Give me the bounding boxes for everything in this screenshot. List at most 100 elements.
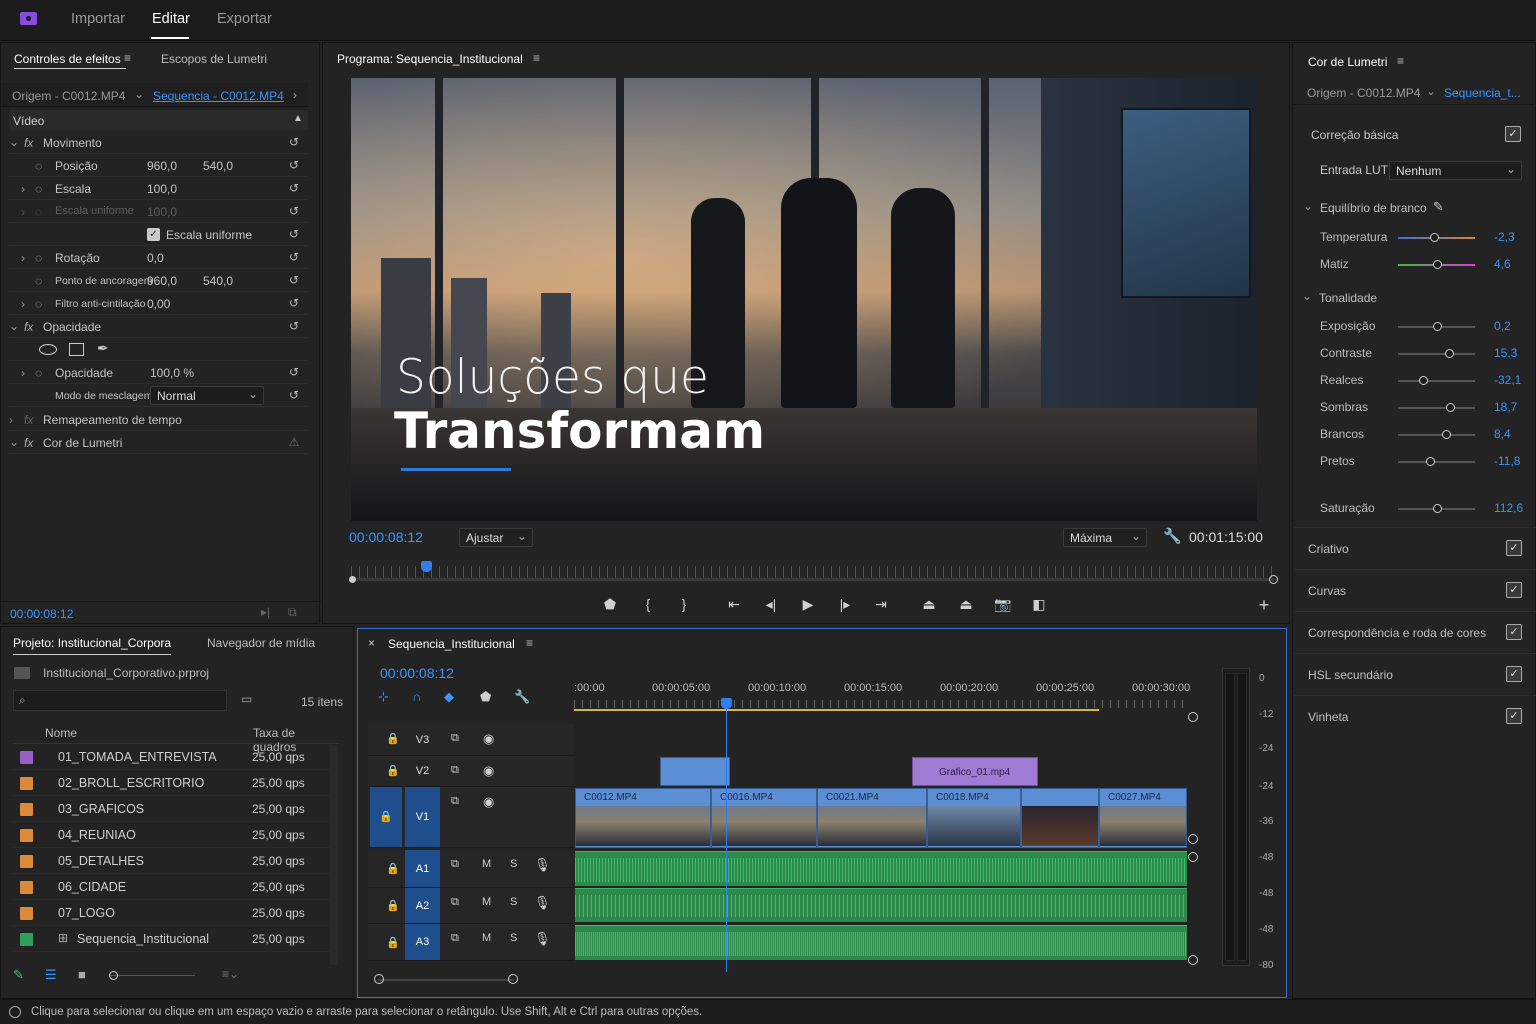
track-name[interactable]: V1 bbox=[405, 787, 440, 847]
microphone-icon[interactable]: 🎙 bbox=[534, 857, 551, 873]
icon-view-icon[interactable]: ■ bbox=[78, 967, 86, 982]
project-item[interactable]: 03_GRAFICOS 25,00 qps bbox=[12, 796, 338, 822]
shadows-slider[interactable] bbox=[1398, 403, 1475, 412]
whites-value[interactable]: 8,4 bbox=[1494, 427, 1511, 441]
section-checkbox[interactable]: ✓ bbox=[1506, 624, 1522, 640]
blacks-slider[interactable] bbox=[1398, 457, 1475, 466]
lock-icon[interactable]: 🔒 bbox=[386, 899, 400, 912]
timeline-playhead-line[interactable] bbox=[726, 700, 727, 972]
slider-knob[interactable] bbox=[1441, 430, 1451, 439]
section-checkbox[interactable]: ✓ bbox=[1506, 708, 1522, 724]
mute-icon[interactable]: M bbox=[482, 932, 491, 944]
source-patch-v1[interactable]: 🔒 bbox=[370, 787, 402, 847]
go-to-out-icon[interactable]: ⇥ bbox=[870, 596, 892, 613]
chevron-down-icon[interactable]: ⌄ bbox=[1303, 199, 1313, 213]
timeline-playhead[interactable] bbox=[721, 698, 732, 709]
v2-clip[interactable] bbox=[660, 757, 730, 786]
track-name[interactable]: A2 bbox=[405, 888, 440, 923]
reset-icon[interactable]: ↺ bbox=[287, 320, 301, 332]
zoom-slider[interactable] bbox=[109, 975, 195, 976]
sync-lock-icon[interactable]: ⧉ bbox=[451, 932, 459, 945]
section-checkbox[interactable]: ✓ bbox=[1506, 666, 1522, 682]
reset-icon[interactable]: ↺ bbox=[287, 182, 301, 194]
list-view-icon[interactable]: ☰ bbox=[45, 967, 57, 983]
project-item[interactable]: 01_TOMADA_ENTREVISTA 25,00 qps bbox=[12, 744, 338, 770]
stopwatch-icon[interactable]: ◌ bbox=[35, 251, 42, 265]
scrub-start-handle[interactable] bbox=[349, 576, 356, 583]
section-vignette[interactable]: Vinheta ✓ bbox=[1294, 695, 1536, 737]
program-title[interactable]: Sequencia_Institucional bbox=[396, 52, 523, 66]
sync-lock-icon[interactable]: ⧉ bbox=[451, 858, 459, 871]
saturation-slider[interactable] bbox=[1398, 504, 1475, 513]
nav-editar[interactable]: Editar bbox=[152, 11, 190, 27]
whites-slider[interactable] bbox=[1398, 430, 1475, 439]
stopwatch-icon[interactable]: ◌ bbox=[35, 159, 42, 173]
slider-knob[interactable] bbox=[1446, 403, 1456, 412]
reset-icon[interactable]: ↺ bbox=[287, 366, 301, 378]
reset-icon[interactable]: ↺ bbox=[287, 389, 301, 401]
vscroll-handle[interactable] bbox=[1188, 712, 1198, 722]
reset-icon[interactable]: ↺ bbox=[287, 136, 301, 148]
tab-effect-controls[interactable]: Controles de efeitos bbox=[14, 52, 121, 66]
project-item[interactable]: Sequencia_Institucional 25,00 qps ⊞ bbox=[12, 926, 338, 952]
sync-lock-icon[interactable]: ⧉ bbox=[451, 764, 459, 777]
step-forward-icon[interactable]: |▸ bbox=[834, 596, 856, 613]
anchor-y-value[interactable]: 540,0 bbox=[203, 274, 233, 288]
marker-icon[interactable]: ⬟ bbox=[480, 689, 491, 705]
v1-clip[interactable]: C0012.MP4 bbox=[575, 788, 711, 848]
basic-correction-checkbox[interactable]: ✓ bbox=[1505, 126, 1521, 142]
stopwatch-icon[interactable]: ◌ bbox=[35, 274, 42, 288]
project-item[interactable]: 07_LOGO 25,00 qps bbox=[12, 900, 338, 926]
chevron-right-icon[interactable]: › bbox=[21, 251, 25, 265]
panel-menu-icon[interactable]: ≡ bbox=[1397, 54, 1404, 68]
contrast-value[interactable]: 15,3 bbox=[1494, 346, 1517, 360]
tone-label[interactable]: Tonalidade bbox=[1319, 291, 1377, 305]
slider-knob[interactable] bbox=[1444, 349, 1454, 358]
uniform-scale-checkbox[interactable]: ✓ bbox=[147, 228, 160, 241]
linked-selection-icon[interactable]: ∩ bbox=[412, 689, 421, 704]
comparison-view-icon[interactable]: ◧ bbox=[1028, 596, 1050, 613]
program-playhead[interactable] bbox=[420, 561, 432, 572]
stopwatch-icon[interactable]: ◌ bbox=[35, 297, 42, 311]
fit-dropdown[interactable]: Ajustar ⌄ bbox=[459, 528, 533, 547]
exposure-value[interactable]: 0,2 bbox=[1494, 319, 1511, 333]
section-color-wheels[interactable]: Correspondência e roda de cores ✓ bbox=[1294, 611, 1536, 653]
slider-knob[interactable] bbox=[1433, 260, 1443, 269]
chevron-right-icon[interactable]: › bbox=[293, 88, 297, 102]
position-y-value[interactable]: 540,0 bbox=[203, 159, 233, 173]
shadows-value[interactable]: 18,7 bbox=[1494, 400, 1517, 414]
nav-exportar[interactable]: Exportar bbox=[217, 11, 272, 27]
export-frame-icon[interactable]: 📷 bbox=[992, 596, 1014, 613]
track-name[interactable]: V2 bbox=[405, 756, 440, 786]
slider-knob[interactable] bbox=[1419, 376, 1429, 385]
chevron-down-icon[interactable]: ⌄ bbox=[9, 435, 19, 449]
work-area-bar[interactable] bbox=[574, 709, 1099, 711]
chevron-down-icon[interactable]: ⌄ bbox=[9, 319, 19, 333]
white-balance-label[interactable]: Equilíbrio de branco bbox=[1320, 201, 1427, 215]
temperature-value[interactable]: -2,3 bbox=[1494, 230, 1515, 244]
reset-icon[interactable]: ↺ bbox=[287, 274, 301, 286]
sync-lock-icon[interactable]: ⧉ bbox=[451, 896, 459, 909]
eye-icon[interactable]: ◉ bbox=[483, 763, 494, 779]
exposure-slider[interactable] bbox=[1398, 322, 1475, 331]
rotation-value[interactable]: 0,0 bbox=[147, 251, 164, 265]
microphone-icon[interactable]: 🎙 bbox=[534, 895, 551, 911]
lock-icon[interactable]: 🔒 bbox=[386, 764, 400, 777]
effect-opacity[interactable]: ⌄ fx Opacidade ↺ bbox=[9, 315, 308, 338]
settings-wrench-icon[interactable]: 🔧 bbox=[514, 689, 530, 705]
saturation-value[interactable]: 112,6 bbox=[1494, 501, 1523, 515]
mark-in-icon[interactable]: { bbox=[637, 596, 659, 612]
chevron-right-icon[interactable]: › bbox=[21, 366, 25, 380]
timeline-title[interactable]: Sequencia_Institucional bbox=[388, 637, 515, 651]
chevron-right-icon[interactable]: › bbox=[21, 297, 25, 311]
pen-mask-icon[interactable]: ✒ bbox=[97, 340, 109, 357]
lumetri-source[interactable]: Origem - C0012.MP4 bbox=[1307, 86, 1420, 100]
slider-knob[interactable] bbox=[1433, 322, 1443, 331]
effect-time-remap[interactable]: › fx Remapeamento de tempo bbox=[9, 408, 308, 431]
tab-project[interactable]: Projeto: Institucional_Corporativo bbox=[13, 636, 171, 650]
reset-icon[interactable]: ↺ bbox=[287, 159, 301, 171]
export-frame-icon[interactable]: ⧉ bbox=[288, 605, 297, 620]
v1-clip[interactable]: C0018.MP4 bbox=[927, 788, 1021, 848]
reset-icon[interactable]: ↺ bbox=[287, 251, 301, 263]
source-label[interactable]: Origem - C0012.MP4 bbox=[12, 89, 125, 103]
